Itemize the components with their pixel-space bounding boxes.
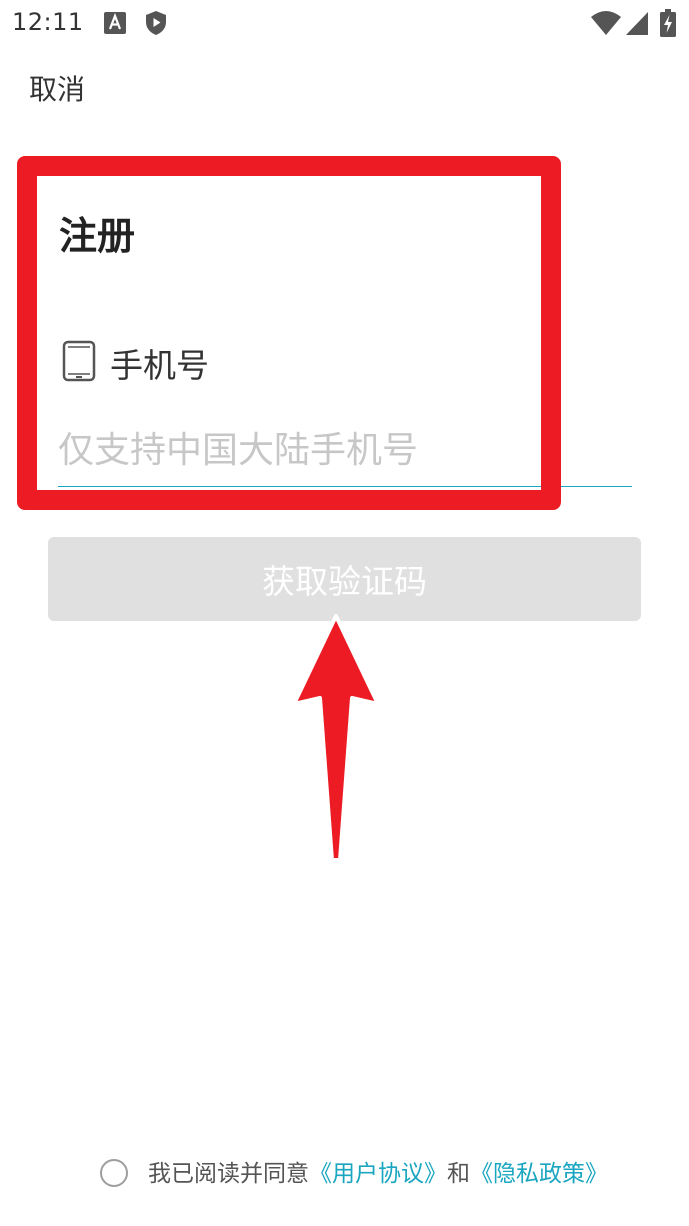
agreement-text: 我已阅读并同意《用户协议》和《隐私政策》	[148, 1159, 608, 1189]
cancel-button[interactable]: 取消	[29, 68, 85, 108]
phone-label: 手机号	[110, 346, 209, 385]
agreement-prefix: 我已阅读并同意	[148, 1161, 309, 1187]
signal-icon	[626, 12, 648, 35]
a-icon	[104, 12, 126, 34]
status-bar: 12:11	[0, 0, 689, 48]
privacy-policy-link[interactable]: 《隐私政策》	[470, 1161, 608, 1187]
agreement-conjunction: 和	[447, 1161, 470, 1187]
user-agreement-link[interactable]: 《用户协议》	[309, 1161, 447, 1187]
wifi-icon	[591, 11, 621, 35]
input-underline	[58, 486, 632, 487]
page-title: 注册	[59, 214, 136, 258]
phone-input[interactable]	[58, 420, 630, 480]
arrow-annotation	[292, 614, 380, 862]
status-time: 12:11	[12, 8, 84, 36]
get-code-button[interactable]: 获取验证码	[48, 537, 641, 621]
phone-icon	[62, 340, 96, 382]
battery-charging-icon	[660, 9, 676, 37]
shield-play-icon	[146, 11, 166, 35]
agree-checkbox[interactable]	[100, 1159, 128, 1187]
